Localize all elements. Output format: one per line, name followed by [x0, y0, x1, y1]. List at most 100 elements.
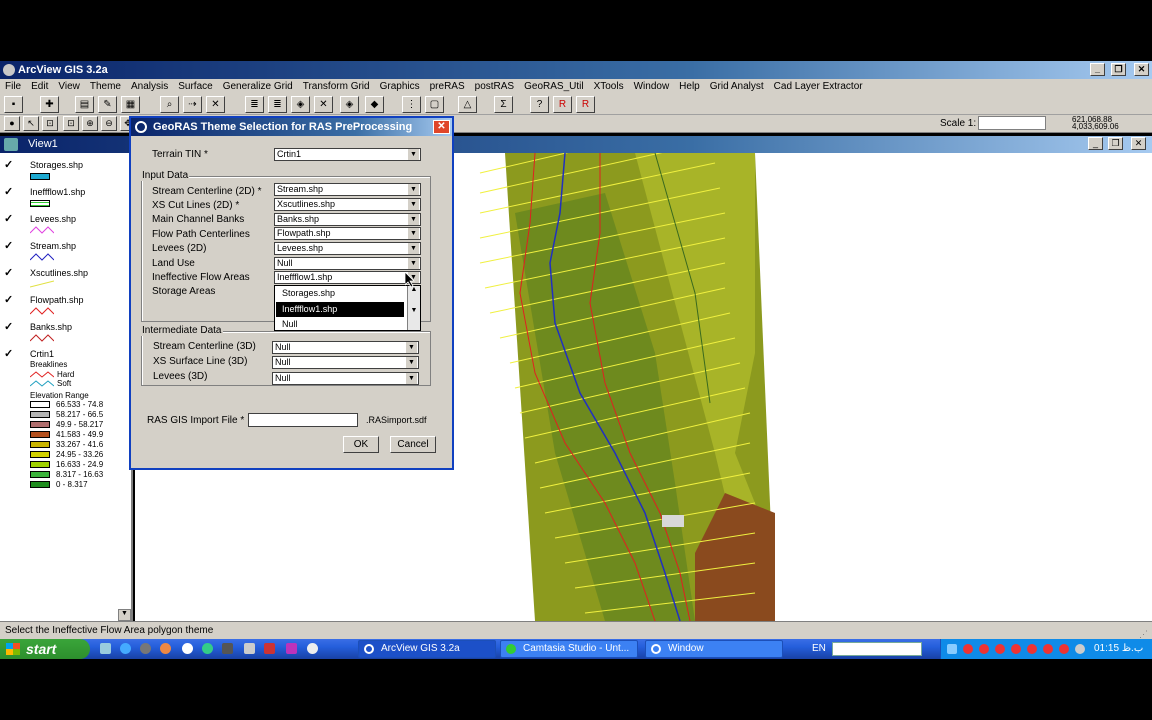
- theme-name-levees[interactable]: Levees.shp: [30, 214, 76, 224]
- dialog-close-icon[interactable]: ✕: [433, 120, 450, 134]
- quicklaunch-app9-icon[interactable]: [264, 643, 275, 654]
- quicklaunch-app5-icon[interactable]: [182, 643, 193, 654]
- xs-surface-line-select[interactable]: Null ▼: [272, 356, 419, 369]
- main-channel-banks-select[interactable]: Banks.shp ▼: [274, 213, 421, 226]
- import-file-input[interactable]: [248, 413, 358, 427]
- flow-path-select[interactable]: Flowpath.shp ▼: [274, 227, 421, 240]
- theme-checkbox-crtin1[interactable]: ✓: [4, 349, 15, 360]
- menu-surface[interactable]: Surface: [173, 79, 217, 95]
- menu-edit[interactable]: Edit: [26, 79, 53, 95]
- view-restore-icon[interactable]: ❐: [1108, 137, 1123, 150]
- open-table-icon[interactable]: ▦: [121, 96, 140, 113]
- xs-cut-lines-select[interactable]: Xscutlines.shp ▼: [274, 198, 421, 211]
- tool-d-icon[interactable]: ✕: [314, 96, 333, 113]
- levees-3d-select[interactable]: Null ▼: [272, 372, 419, 385]
- zoom-in-icon[interactable]: ⊕: [82, 116, 98, 131]
- theme-name-ineffflow[interactable]: Ineffflow1.shp: [30, 187, 85, 197]
- task-window[interactable]: Window: [645, 640, 783, 658]
- theme-name-storages[interactable]: Storages.shp: [30, 160, 83, 170]
- levees-2d-select[interactable]: Levees.shp ▼: [274, 242, 421, 255]
- theme-checkbox-stream[interactable]: ✓: [4, 241, 15, 252]
- chevron-down-icon[interactable]: ▼: [408, 214, 419, 225]
- save-icon[interactable]: ▪: [4, 96, 23, 113]
- theme-checkbox-ineffflow[interactable]: ✓: [4, 187, 15, 198]
- identify-icon[interactable]: ●: [4, 116, 20, 131]
- menu-generalize-grid[interactable]: Generalize Grid: [218, 79, 298, 95]
- theme-checkbox-flowpath[interactable]: ✓: [4, 295, 15, 306]
- task-arcview[interactable]: ArcView GIS 3.2a: [358, 640, 496, 658]
- sum-icon[interactable]: Σ: [494, 96, 513, 113]
- quicklaunch-media-icon[interactable]: [140, 643, 151, 654]
- toc-scrollbar[interactable]: ▼: [118, 609, 131, 621]
- theme-checkbox-xscutlines[interactable]: ✓: [4, 268, 15, 279]
- theme-checkbox-storages[interactable]: ✓: [4, 160, 15, 171]
- menu-view[interactable]: View: [53, 79, 85, 95]
- ok-button[interactable]: OK: [343, 436, 379, 453]
- quicklaunch-app8-icon[interactable]: [244, 643, 255, 654]
- chevron-down-icon[interactable]: ▼: [408, 258, 419, 269]
- chevron-down-icon[interactable]: ▼: [408, 199, 419, 210]
- tray-icon-4[interactable]: [995, 644, 1005, 654]
- chevron-down-icon[interactable]: ▼: [406, 373, 417, 384]
- theme-properties-icon[interactable]: ▤: [75, 96, 94, 113]
- ras-export-icon[interactable]: R: [576, 96, 595, 113]
- menu-analysis[interactable]: Analysis: [126, 79, 173, 95]
- view-minimize-icon[interactable]: _: [1088, 137, 1103, 150]
- scale-input[interactable]: [978, 116, 1046, 130]
- quicklaunch-app6-icon[interactable]: [202, 643, 213, 654]
- chevron-down-icon[interactable]: ▼: [408, 184, 419, 195]
- query-icon[interactable]: ✕: [206, 96, 225, 113]
- menu-postras[interactable]: postRAS: [470, 79, 519, 95]
- chevron-down-icon[interactable]: ▼: [408, 149, 419, 160]
- tray-icon-7[interactable]: [1043, 644, 1053, 654]
- scroll-down-icon[interactable]: ▼: [411, 307, 418, 314]
- menu-xtools[interactable]: XTools: [589, 79, 629, 95]
- chevron-down-icon[interactable]: ▼: [408, 243, 419, 254]
- tool-f-icon[interactable]: ◆: [365, 96, 384, 113]
- tool-c-icon[interactable]: ◈: [291, 96, 310, 113]
- quicklaunch-app10-icon[interactable]: [286, 643, 297, 654]
- view-close-icon[interactable]: ✕: [1131, 137, 1146, 150]
- menu-preras[interactable]: preRAS: [425, 79, 470, 95]
- quicklaunch-desktop-icon[interactable]: [100, 643, 111, 654]
- theme-name-xscutlines[interactable]: Xscutlines.shp: [30, 268, 88, 278]
- theme-name-stream[interactable]: Stream.shp: [30, 241, 76, 251]
- pointer-icon[interactable]: ↖: [23, 116, 39, 131]
- minimize-icon[interactable]: _: [1090, 63, 1105, 76]
- locate-icon[interactable]: ⇢: [183, 96, 202, 113]
- menu-grid-analyst[interactable]: Grid Analyst: [705, 79, 769, 95]
- dropdown-scrollbar[interactable]: ▲ ▼: [407, 286, 420, 330]
- tray-icon-1[interactable]: [947, 644, 957, 654]
- tool-a-icon[interactable]: ≣: [245, 96, 264, 113]
- vertex-icon[interactable]: ⊡: [42, 116, 58, 131]
- close-icon[interactable]: ✕: [1134, 63, 1149, 76]
- menu-window[interactable]: Window: [629, 79, 675, 95]
- dropdown-option-storages[interactable]: Storages.shp: [276, 286, 404, 301]
- quicklaunch-ie-icon[interactable]: [120, 643, 131, 654]
- tool-b-icon[interactable]: ≣: [268, 96, 287, 113]
- terrain-tin-select[interactable]: Crtin1 ▼: [274, 148, 421, 161]
- cancel-button[interactable]: Cancel: [390, 436, 436, 453]
- task-camtasia[interactable]: Camtasia Studio - Unt...: [500, 640, 638, 658]
- select-feature-icon[interactable]: ⊡: [63, 116, 79, 131]
- chevron-down-icon[interactable]: ▼: [406, 357, 417, 368]
- quicklaunch-app7-icon[interactable]: [222, 643, 233, 654]
- menu-transform-grid[interactable]: Transform Grid: [298, 79, 375, 95]
- menu-graphics[interactable]: Graphics: [375, 79, 425, 95]
- tray-icon-9[interactable]: [1075, 644, 1085, 654]
- tray-icon-5[interactable]: [1011, 644, 1021, 654]
- taskbar-search-input[interactable]: [832, 642, 922, 656]
- land-use-select[interactable]: Null ▼: [274, 257, 421, 270]
- menu-help[interactable]: Help: [674, 79, 705, 95]
- chevron-down-icon[interactable]: ▼: [406, 342, 417, 353]
- tool-e-icon[interactable]: ◈: [340, 96, 359, 113]
- menu-georas-util[interactable]: GeoRAS_Util: [519, 79, 588, 95]
- tray-icon-6[interactable]: [1027, 644, 1037, 654]
- tray-icon-2[interactable]: [963, 644, 973, 654]
- chevron-down-icon[interactable]: ▼: [408, 228, 419, 239]
- theme-name-banks[interactable]: Banks.shp: [30, 322, 72, 332]
- edit-legend-icon[interactable]: ✎: [98, 96, 117, 113]
- quicklaunch-app11-icon[interactable]: [307, 643, 318, 654]
- ras-icon[interactable]: R: [553, 96, 572, 113]
- stream-centerline-select[interactable]: Stream.shp ▼: [274, 183, 421, 196]
